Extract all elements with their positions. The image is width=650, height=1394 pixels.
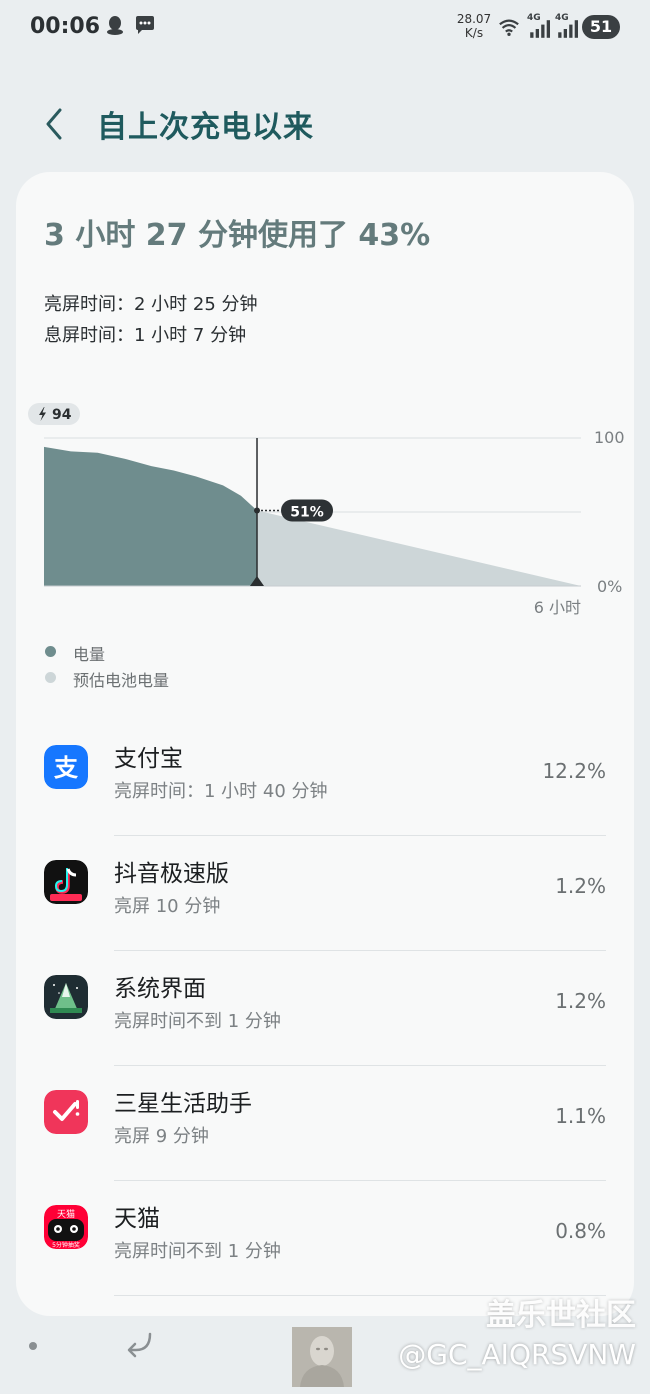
app-screen-time: 亮屏时间不到 1 分钟 [114, 1241, 281, 1262]
douyin-lite-icon [44, 860, 88, 904]
watermark-handle: @GC_AIQRSVNW [398, 1338, 636, 1371]
app-usage-percent: 12.2% [542, 759, 606, 783]
app-usage-percent: 1.2% [555, 874, 606, 898]
app-row-alipay[interactable]: 支 支付宝 亮屏时间：1 小时 40 分钟 12.2% [16, 721, 634, 836]
legend-estimated-dot [45, 672, 56, 683]
watermark-brand: 盖乐世社区 [486, 1298, 636, 1333]
app-usage-percent: 1.2% [555, 989, 606, 1013]
nav-dot-icon[interactable] [29, 1342, 37, 1350]
tmall-icon: 天猫 5分钟抽奖 [44, 1205, 88, 1249]
estimated-battery-area [257, 510, 581, 586]
app-row-tmall[interactable]: 天猫 5分钟抽奖 天猫 亮屏时间不到 1 分钟 0.8% [16, 1181, 634, 1296]
app-row-system-ui[interactable]: 系统界面 亮屏时间不到 1 分钟 1.2% [16, 951, 634, 1066]
app-usage-percent: 1.1% [555, 1104, 606, 1128]
start-level-label: 94 [52, 407, 72, 423]
app-row-samsung-reminder[interactable]: 三星生活助手 亮屏 9 分钟 1.1% [16, 1066, 634, 1181]
app-screen-time: 亮屏时间：1 小时 40 分钟 [114, 781, 328, 802]
alipay-icon: 支 [44, 745, 88, 789]
app-name: 支付宝 [114, 746, 183, 772]
legend-actual-dot [45, 646, 56, 657]
samsung-reminder-icon [44, 1090, 88, 1134]
tmall-icon-text-top: 天猫 [57, 1208, 75, 1220]
app-screen-time: 亮屏时间不到 1 分钟 [114, 1011, 281, 1032]
app-usage-percent: 0.8% [555, 1219, 606, 1243]
app-name: 系统界面 [114, 976, 206, 1002]
y-tick-100: 100 [594, 428, 625, 447]
statue-photo [292, 1327, 352, 1387]
x-axis-end-label: 6 小时 [534, 598, 581, 617]
app-name: 三星生活助手 [114, 1091, 252, 1117]
nav-back-icon[interactable] [124, 1328, 156, 1360]
app-row-douyin-lite[interactable]: 抖音极速版 亮屏 10 分钟 1.2% [16, 836, 634, 951]
app-screen-time: 亮屏 10 分钟 [114, 896, 221, 917]
actual-battery-area [44, 446, 258, 586]
app-name: 抖音极速版 [114, 861, 229, 887]
tmall-icon-text-bottom: 5分钟抽奖 [52, 1241, 80, 1249]
battery-chart: 51% 94 100 0% 6 小时 [28, 403, 625, 617]
app-screen-time: 亮屏 9 分钟 [114, 1126, 209, 1147]
legend-actual-label: 电量 [73, 645, 106, 664]
svg-text:支: 支 [54, 754, 79, 782]
app-name: 天猫 [114, 1206, 160, 1232]
current-level-label: 51% [290, 505, 324, 521]
y-tick-0: 0% [597, 577, 622, 596]
legend-estimated-label: 预估电池电量 [73, 671, 170, 690]
system-ui-icon [44, 975, 88, 1019]
